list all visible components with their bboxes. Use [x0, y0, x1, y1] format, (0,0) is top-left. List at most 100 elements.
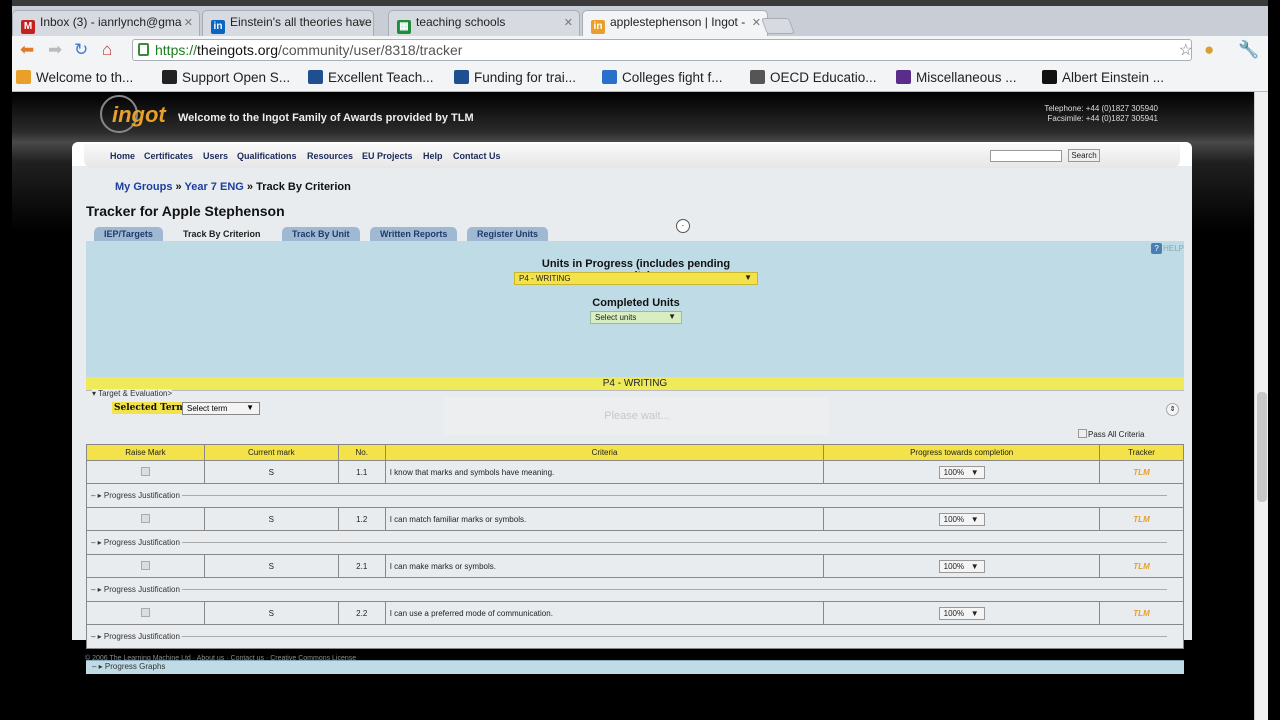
nav-certificates[interactable]: Certificates: [144, 151, 193, 161]
close-icon[interactable]: ✕: [752, 16, 761, 29]
pass-all-criteria[interactable]: Pass All Criteria: [1078, 429, 1144, 439]
nav-eu-projects[interactable]: EU Projects: [362, 151, 413, 161]
browser-tab[interactable]: in applestephenson | Ingot - ✕: [582, 10, 768, 36]
breadcrumb-group[interactable]: Year 7 ENG: [185, 181, 244, 193]
tab-iep-targets[interactable]: IEP/Targets: [94, 227, 163, 241]
browser-tab-label: applestephenson | Ingot -: [610, 15, 746, 29]
tlm-tracker-link[interactable]: TLM: [1133, 515, 1149, 524]
bookmark-item[interactable]: Miscellaneous ...: [896, 70, 1017, 85]
telephone: Telephone: +44 (0)1827 305940: [1044, 104, 1158, 113]
current-mark: S: [203, 507, 339, 531]
breadcrumb-my-groups[interactable]: My Groups: [115, 181, 172, 193]
extension-icon[interactable]: ●: [1204, 40, 1214, 60]
nav-contact-us[interactable]: Contact Us: [453, 151, 501, 161]
bookmark-item[interactable]: Funding for trai...: [454, 70, 576, 85]
tlm-tracker-link[interactable]: TLM: [1133, 468, 1149, 477]
column-header: Tracker: [1099, 444, 1184, 461]
pass-all-checkbox[interactable]: [1078, 429, 1087, 438]
progress-cell: 100% ▼: [823, 507, 1101, 531]
reload-icon[interactable]: ↻: [74, 40, 88, 60]
column-header: Current mark: [203, 444, 339, 461]
progress-cell: 100% ▼: [823, 601, 1101, 625]
address-bar[interactable]: https://theingots.org/community/user/831…: [132, 39, 1193, 61]
progress-select[interactable]: 100% ▼: [938, 512, 985, 526]
bookmark-item[interactable]: OECD Educatio...: [750, 70, 877, 85]
bookmark-item[interactable]: Excellent Teach...: [308, 70, 434, 85]
criterion-number: 1.2: [337, 507, 386, 531]
help-link[interactable]: ? HELP: [1151, 243, 1184, 254]
tab-written-reports[interactable]: Written Reports: [370, 227, 458, 241]
current-unit-bar: P4 - WRITING: [86, 377, 1184, 390]
breadcrumb-current: Track By Criterion: [256, 181, 351, 193]
gmail-icon: M: [21, 20, 35, 34]
wrench-icon[interactable]: 🔧: [1238, 40, 1259, 60]
target-evaluation-toggle[interactable]: ▾ Target & Evaluation>: [92, 389, 173, 398]
progress-select[interactable]: 100% ▼: [938, 606, 985, 620]
nav-qualifications[interactable]: Qualifications: [237, 151, 297, 161]
tlm-tracker-link[interactable]: TLM: [1133, 562, 1149, 571]
progress-select[interactable]: 100% ▼: [938, 465, 985, 479]
site-nav: Search Home Certificates Users Qualificatio…: [84, 144, 1180, 168]
tracker-cell: TLM: [1099, 601, 1184, 625]
progress-justification-toggle[interactable]: – ▸ Progress Justification: [86, 624, 1184, 649]
nav-resources[interactable]: Resources: [307, 151, 353, 161]
raise-mark-checkbox[interactable]: [140, 466, 150, 476]
units-in-progress-select[interactable]: P4 - WRITING ▼: [514, 272, 758, 285]
bookmark-item[interactable]: Support Open S...: [162, 70, 290, 85]
raise-mark-checkbox[interactable]: [140, 560, 150, 570]
close-icon[interactable]: ✕: [564, 16, 573, 29]
ingot-logo: ingot: [100, 95, 170, 133]
site-search-button[interactable]: Search: [1068, 149, 1100, 162]
nav-help[interactable]: Help: [423, 151, 443, 161]
completed-units-select[interactable]: Select units ▼: [590, 311, 682, 324]
completed-units-label: Completed Units: [592, 297, 680, 309]
browser-tab[interactable]: ▦ teaching schools ✕: [388, 10, 580, 36]
term-select[interactable]: Select term ▼: [182, 402, 260, 415]
new-tab-button[interactable]: [761, 18, 795, 34]
back-icon[interactable]: ⬅: [20, 40, 34, 60]
browser-tab[interactable]: in Einstein's all theories have ✕: [202, 10, 374, 36]
bookmark-item[interactable]: Colleges fight f...: [602, 70, 723, 85]
progress-justification-toggle[interactable]: – ▸ Progress Justification: [86, 577, 1184, 602]
progress-graphs-toggle[interactable]: – ▸ Progress Graphs: [86, 660, 1184, 674]
raise-mark-cell: [86, 507, 205, 531]
scrollbar-thumb[interactable]: [1257, 392, 1267, 502]
expand-collapse-icon[interactable]: ⇕: [1166, 403, 1179, 416]
page-scrollbar[interactable]: [1254, 92, 1268, 720]
progress-justification-toggle[interactable]: – ▸ Progress Justification: [86, 530, 1184, 555]
progress-select[interactable]: 100% ▼: [938, 559, 985, 573]
browser-tab[interactable]: M Inbox (3) - ianrlynch@gma ✕: [12, 10, 200, 36]
bookmark-star-icon[interactable]: ☆: [1179, 40, 1193, 60]
nav-users[interactable]: Users: [203, 151, 228, 161]
breadcrumb-sep: »: [175, 181, 182, 193]
home-icon[interactable]: ⌂: [102, 40, 112, 60]
tlm-tracker-link[interactable]: TLM: [1133, 609, 1149, 618]
browser-tab-label: Inbox (3) - ianrlynch@gma: [40, 15, 182, 29]
forward-icon[interactable]: ➡: [48, 40, 62, 60]
raise-mark-checkbox[interactable]: [140, 513, 150, 523]
dfe-icon: [454, 70, 469, 84]
dropdown-arrow-icon: ▼: [970, 561, 979, 571]
tab-track-by-unit[interactable]: Track By Unit: [282, 227, 360, 241]
criterion-number: 2.1: [337, 554, 386, 578]
close-icon[interactable]: ✕: [358, 16, 367, 29]
justification-row: – ▸ Progress Justification: [86, 530, 1184, 555]
site-search-input[interactable]: [990, 150, 1062, 162]
contact-info: Telephone: +44 (0)1827 305940 Facsimile:…: [1044, 104, 1158, 124]
bookmark-item[interactable]: Welcome to th...: [16, 70, 133, 85]
table-row: S 1.1 I know that marks and symbols have m…: [86, 460, 1184, 484]
tab-track-by-criterion[interactable]: Track By Criterion: [173, 227, 271, 241]
dropdown-arrow-icon: ▼: [970, 514, 979, 524]
browser-toolbar: ⬅ ➡ ↻ ⌂ https://theingots.org/community/…: [12, 36, 1268, 64]
progress-justification-toggle[interactable]: – ▸ Progress Justification: [86, 483, 1184, 508]
raise-mark-cell: [86, 554, 205, 578]
content-area: Search Home Certificates Users Qualificatio…: [72, 142, 1192, 674]
column-header: No.: [337, 444, 386, 461]
column-header: Criteria: [384, 444, 825, 461]
justification-row: – ▸ Progress Justification: [86, 577, 1184, 602]
bookmark-item[interactable]: Albert Einstein ...: [1042, 70, 1164, 85]
raise-mark-checkbox[interactable]: [140, 607, 150, 617]
close-icon[interactable]: ✕: [184, 16, 193, 29]
tab-register-units[interactable]: Register Units: [467, 227, 549, 241]
nav-home[interactable]: Home: [110, 151, 135, 161]
